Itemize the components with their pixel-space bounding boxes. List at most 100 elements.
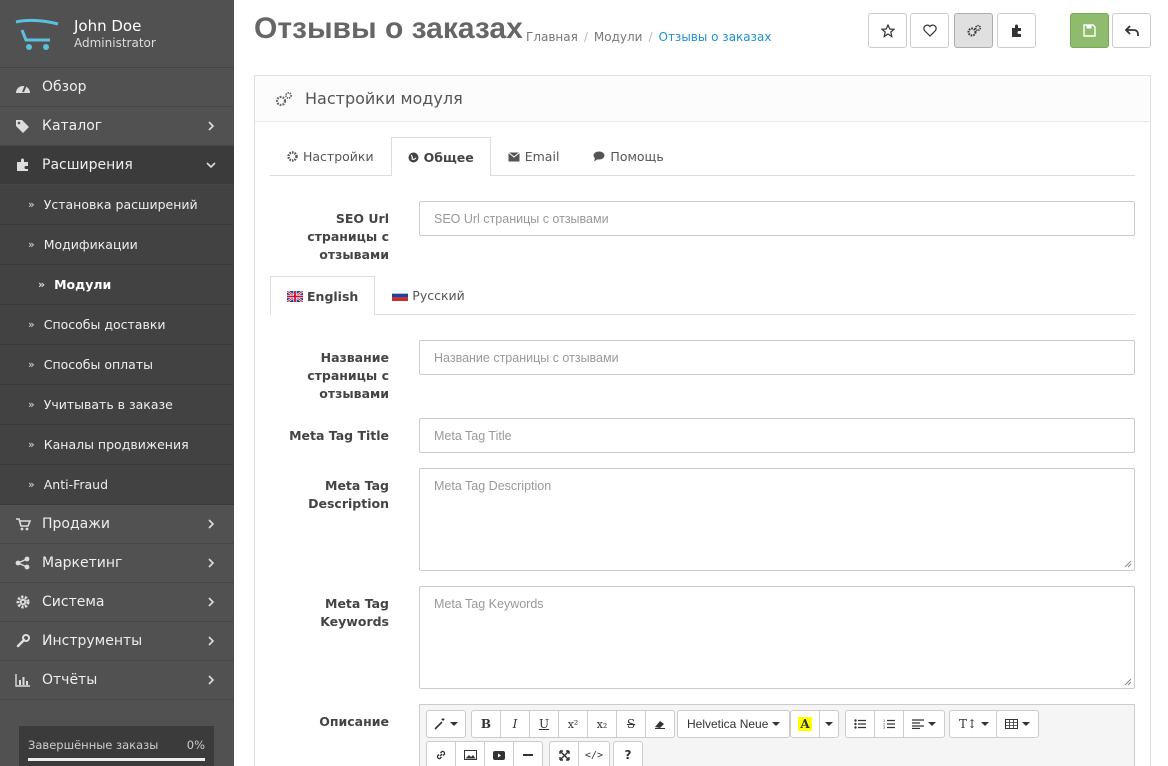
chevron-right-icon (208, 636, 215, 646)
double-chevron-icon: » (28, 478, 35, 491)
text-color-button[interactable]: A (790, 710, 820, 738)
gears-icon (967, 24, 981, 36)
rich-text-editor: B I U x² x₂ S Helvetica Neue A 123 T↕ </… (419, 704, 1135, 766)
toolbar-font-group: B I U x² x₂ S (471, 710, 675, 738)
eraser-icon (655, 721, 665, 729)
favorite-button[interactable] (910, 13, 949, 48)
tab-russian[interactable]: Русский (375, 276, 481, 314)
code-view-button[interactable]: </> (578, 741, 611, 766)
line-height-button[interactable]: T↕ (949, 710, 1000, 738)
meta-description-label: Meta Tag Description (308, 478, 389, 511)
svg-text:3: 3 (883, 726, 885, 729)
fullscreen-button[interactable] (549, 741, 579, 766)
double-chevron-icon: » (38, 278, 46, 291)
page-name-input[interactable]: Название страницы с отзывами (419, 340, 1135, 375)
question-icon: ? (624, 748, 632, 762)
submenu-item[interactable]: » Anti-Fraud (0, 465, 234, 505)
image-button[interactable] (455, 741, 485, 766)
double-chevron-icon: » (28, 198, 35, 211)
italic-button[interactable]: I (500, 710, 530, 738)
tab-general[interactable]: Общее (390, 137, 491, 176)
menu-item-extensions[interactable]: Расширения (0, 146, 234, 185)
menu-item-marketing[interactable]: Маркетинг (0, 544, 234, 583)
breadcrumb-link[interactable]: Модули (594, 30, 643, 44)
strikethrough-button[interactable]: S (616, 710, 646, 738)
menu-item-catalog[interactable]: Каталог (0, 107, 234, 146)
menu-item-sales[interactable]: Продажи (0, 505, 234, 544)
reply-icon (1124, 24, 1139, 36)
breadcrumb-current[interactable]: Отзывы о заказах (659, 30, 772, 44)
table-button[interactable] (996, 710, 1039, 738)
menu-item-system[interactable]: Система (0, 583, 234, 622)
menu-item-reports[interactable]: Отчёты (0, 661, 234, 700)
menu-item-tools[interactable]: Инструменты (0, 622, 234, 661)
style-button[interactable] (426, 710, 466, 738)
toolbar-help-group: ? (613, 741, 643, 766)
magic-wand-icon (434, 718, 445, 730)
envelope-icon (507, 151, 520, 162)
toolbar-fontname-group: Helvetica Neue (677, 710, 791, 738)
panel-title: Настройки модуля (305, 89, 463, 108)
align-button[interactable] (903, 710, 945, 738)
toolbar-style-group (426, 710, 466, 738)
color-dropdown-button[interactable] (819, 710, 839, 738)
superscript-button[interactable]: x² (558, 710, 588, 738)
submenu-item[interactable]: » Способы доставки (0, 305, 234, 345)
russia-flag-icon (392, 290, 409, 301)
save-button[interactable] (1070, 13, 1109, 48)
tab-english[interactable]: English (270, 276, 376, 315)
submenu-item[interactable]: » Учитывать в заказе (0, 385, 234, 425)
ordered-list-button[interactable]: 123 (874, 710, 904, 738)
module-settings-button[interactable] (954, 13, 993, 48)
resize-grip-icon[interactable] (1124, 560, 1132, 568)
bookmark-button[interactable] (868, 13, 907, 48)
bold-button[interactable]: B (471, 710, 501, 738)
eraser-button[interactable] (645, 710, 675, 738)
link-icon (436, 750, 446, 760)
wrench-icon (14, 634, 32, 648)
font-family-select[interactable]: Helvetica Neue (677, 710, 791, 738)
back-button[interactable] (1112, 13, 1151, 48)
submenu-item[interactable]: » Модификации (0, 225, 234, 265)
submenu-item[interactable]: » Каналы продвижения (0, 425, 234, 465)
help-button[interactable]: ? (613, 741, 643, 766)
submenu-item-current[interactable]: » Модули (0, 265, 234, 305)
meta-title-input[interactable]: Meta Tag Title (419, 418, 1135, 453)
horizontal-rule-button[interactable] (513, 741, 543, 766)
meta-title-label: Meta Tag Title (289, 428, 389, 443)
color-a-icon: A (798, 717, 812, 731)
extensions-button[interactable] (997, 13, 1036, 48)
meta-description-textarea[interactable]: Meta Tag Description (419, 468, 1135, 571)
menu-item-overview[interactable]: Обзор (0, 68, 234, 107)
double-chevron-icon: » (28, 318, 35, 331)
chevron-right-icon (208, 675, 215, 685)
double-chevron-icon: » (28, 358, 35, 371)
chevron-right-icon (208, 597, 215, 607)
cart-icon (14, 517, 32, 531)
tags-icon (14, 119, 32, 133)
subscript-button[interactable]: x₂ (587, 710, 617, 738)
resize-grip-icon[interactable] (1124, 678, 1132, 686)
breadcrumb-link[interactable]: Главная (526, 30, 578, 44)
unordered-list-button[interactable] (845, 710, 875, 738)
submenu-item[interactable]: » Установка расширений (0, 185, 234, 225)
cart-logo-icon (15, 18, 59, 50)
gear-icon (287, 151, 298, 162)
tab-settings[interactable]: Настройки (270, 137, 391, 175)
meta-keywords-textarea[interactable]: Meta Tag Keywords (419, 586, 1135, 689)
link-button[interactable] (426, 741, 456, 766)
submenu-item[interactable]: » Способы оплаты (0, 345, 234, 385)
page-name-label: Название страницы с отзывами (307, 350, 389, 401)
seo-url-label: SEO Url страницы с отзывами (307, 211, 389, 262)
video-button[interactable] (484, 741, 514, 766)
underline-button[interactable]: U (529, 710, 559, 738)
seo-url-input[interactable]: SEO Url страницы с отзывами (419, 201, 1135, 236)
heart-icon (922, 24, 937, 37)
double-chevron-icon: » (28, 238, 35, 251)
progress-value: 0% (186, 738, 205, 752)
menu-label: Расширения (42, 157, 133, 173)
tab-email[interactable]: Email (491, 137, 577, 175)
dashboard-icon (14, 80, 32, 94)
tab-help[interactable]: Помощь (576, 137, 680, 175)
user-profile[interactable]: John Doe Administrator (0, 0, 234, 68)
